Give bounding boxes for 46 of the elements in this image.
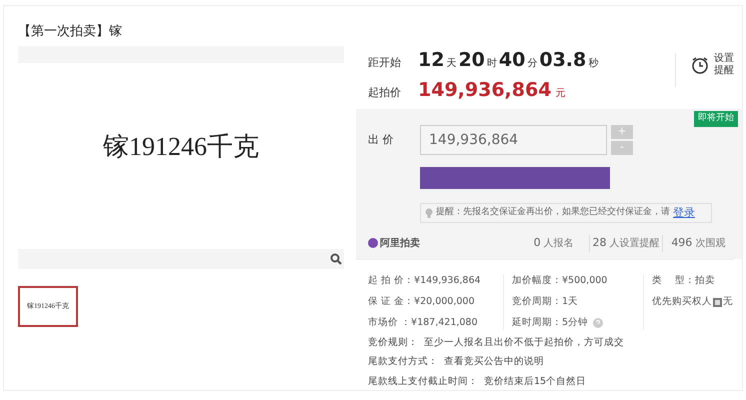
stat-label: 人报名 <box>544 236 574 251</box>
detail-label: 起 拍 价： <box>368 274 414 288</box>
status-badge: 即将开始 <box>694 111 738 126</box>
brand-logo: 阿里拍卖 <box>368 236 518 251</box>
countdown-timer: 12 天 20 时 40 分 03.8 秒 <box>418 48 600 73</box>
rule-value: 查看竞买公告中的说明 <box>444 355 544 370</box>
search-icon[interactable] <box>330 253 342 265</box>
rule-label: 尾款线上支付截止时间： <box>368 374 478 388</box>
rule-value: 竞价结束后15个自然日 <box>484 374 586 388</box>
detail-label: 优先购买权人 <box>652 294 712 309</box>
detail-label: 延时周期： <box>512 316 562 330</box>
detail-value: ¥500,000 <box>562 274 608 288</box>
detail-value: 5分钟 <box>562 316 588 330</box>
price-unit: 元 <box>555 87 566 101</box>
start-price-label: 起拍价 <box>368 85 402 101</box>
detail-label: 加价幅度： <box>512 274 562 288</box>
detail-value: 拍卖 <box>695 274 716 288</box>
alarm-clock-icon <box>690 55 710 75</box>
stat-count: 496 <box>671 235 692 251</box>
login-link[interactable]: 登录 <box>673 204 695 222</box>
detail-value: ¥187,421,080 <box>411 316 478 330</box>
rule-label: 竞价规则： <box>368 336 418 350</box>
set-reminder-button[interactable]: 设置 提醒 <box>690 53 734 77</box>
stat-count: 0 <box>534 235 541 251</box>
image-caption: 镓191246千克 <box>103 131 259 163</box>
detail-value: 无 <box>723 294 733 309</box>
bid-input[interactable]: 149,936,864 <box>420 125 607 155</box>
detail-label: 市场价 ： <box>368 316 412 330</box>
detail-value: ¥20,000,000 <box>414 294 474 309</box>
countdown-label: 距开始 <box>368 55 402 71</box>
detail-label: 类 型： <box>652 274 696 288</box>
start-price: 149,936,864 <box>418 78 552 103</box>
detail-value: ¥149,936,864 <box>414 274 481 288</box>
stat-label: 人设置提醒 <box>609 236 660 251</box>
stat-label: 次围观 <box>695 237 726 251</box>
detail-label: 保 证 金： <box>368 294 414 309</box>
notice-text: 提醒：先报名交保证金再出价，如果您已经交付保证金，请 <box>436 206 670 220</box>
rule-label: 尾款支付方式： <box>368 355 438 370</box>
bid-label: 出 价 <box>368 132 394 148</box>
detail-value: 1天 <box>562 294 578 309</box>
auction-title: 【第一次拍卖】镓 <box>18 24 122 39</box>
rule-value: 至少一人报名且出价不低于起拍价，方可成交 <box>424 336 624 350</box>
lightbulb-icon <box>425 208 433 218</box>
detail-label: 竞价周期： <box>512 294 562 309</box>
signup-button[interactable] <box>420 167 610 189</box>
stat-count: 28 <box>592 235 606 251</box>
